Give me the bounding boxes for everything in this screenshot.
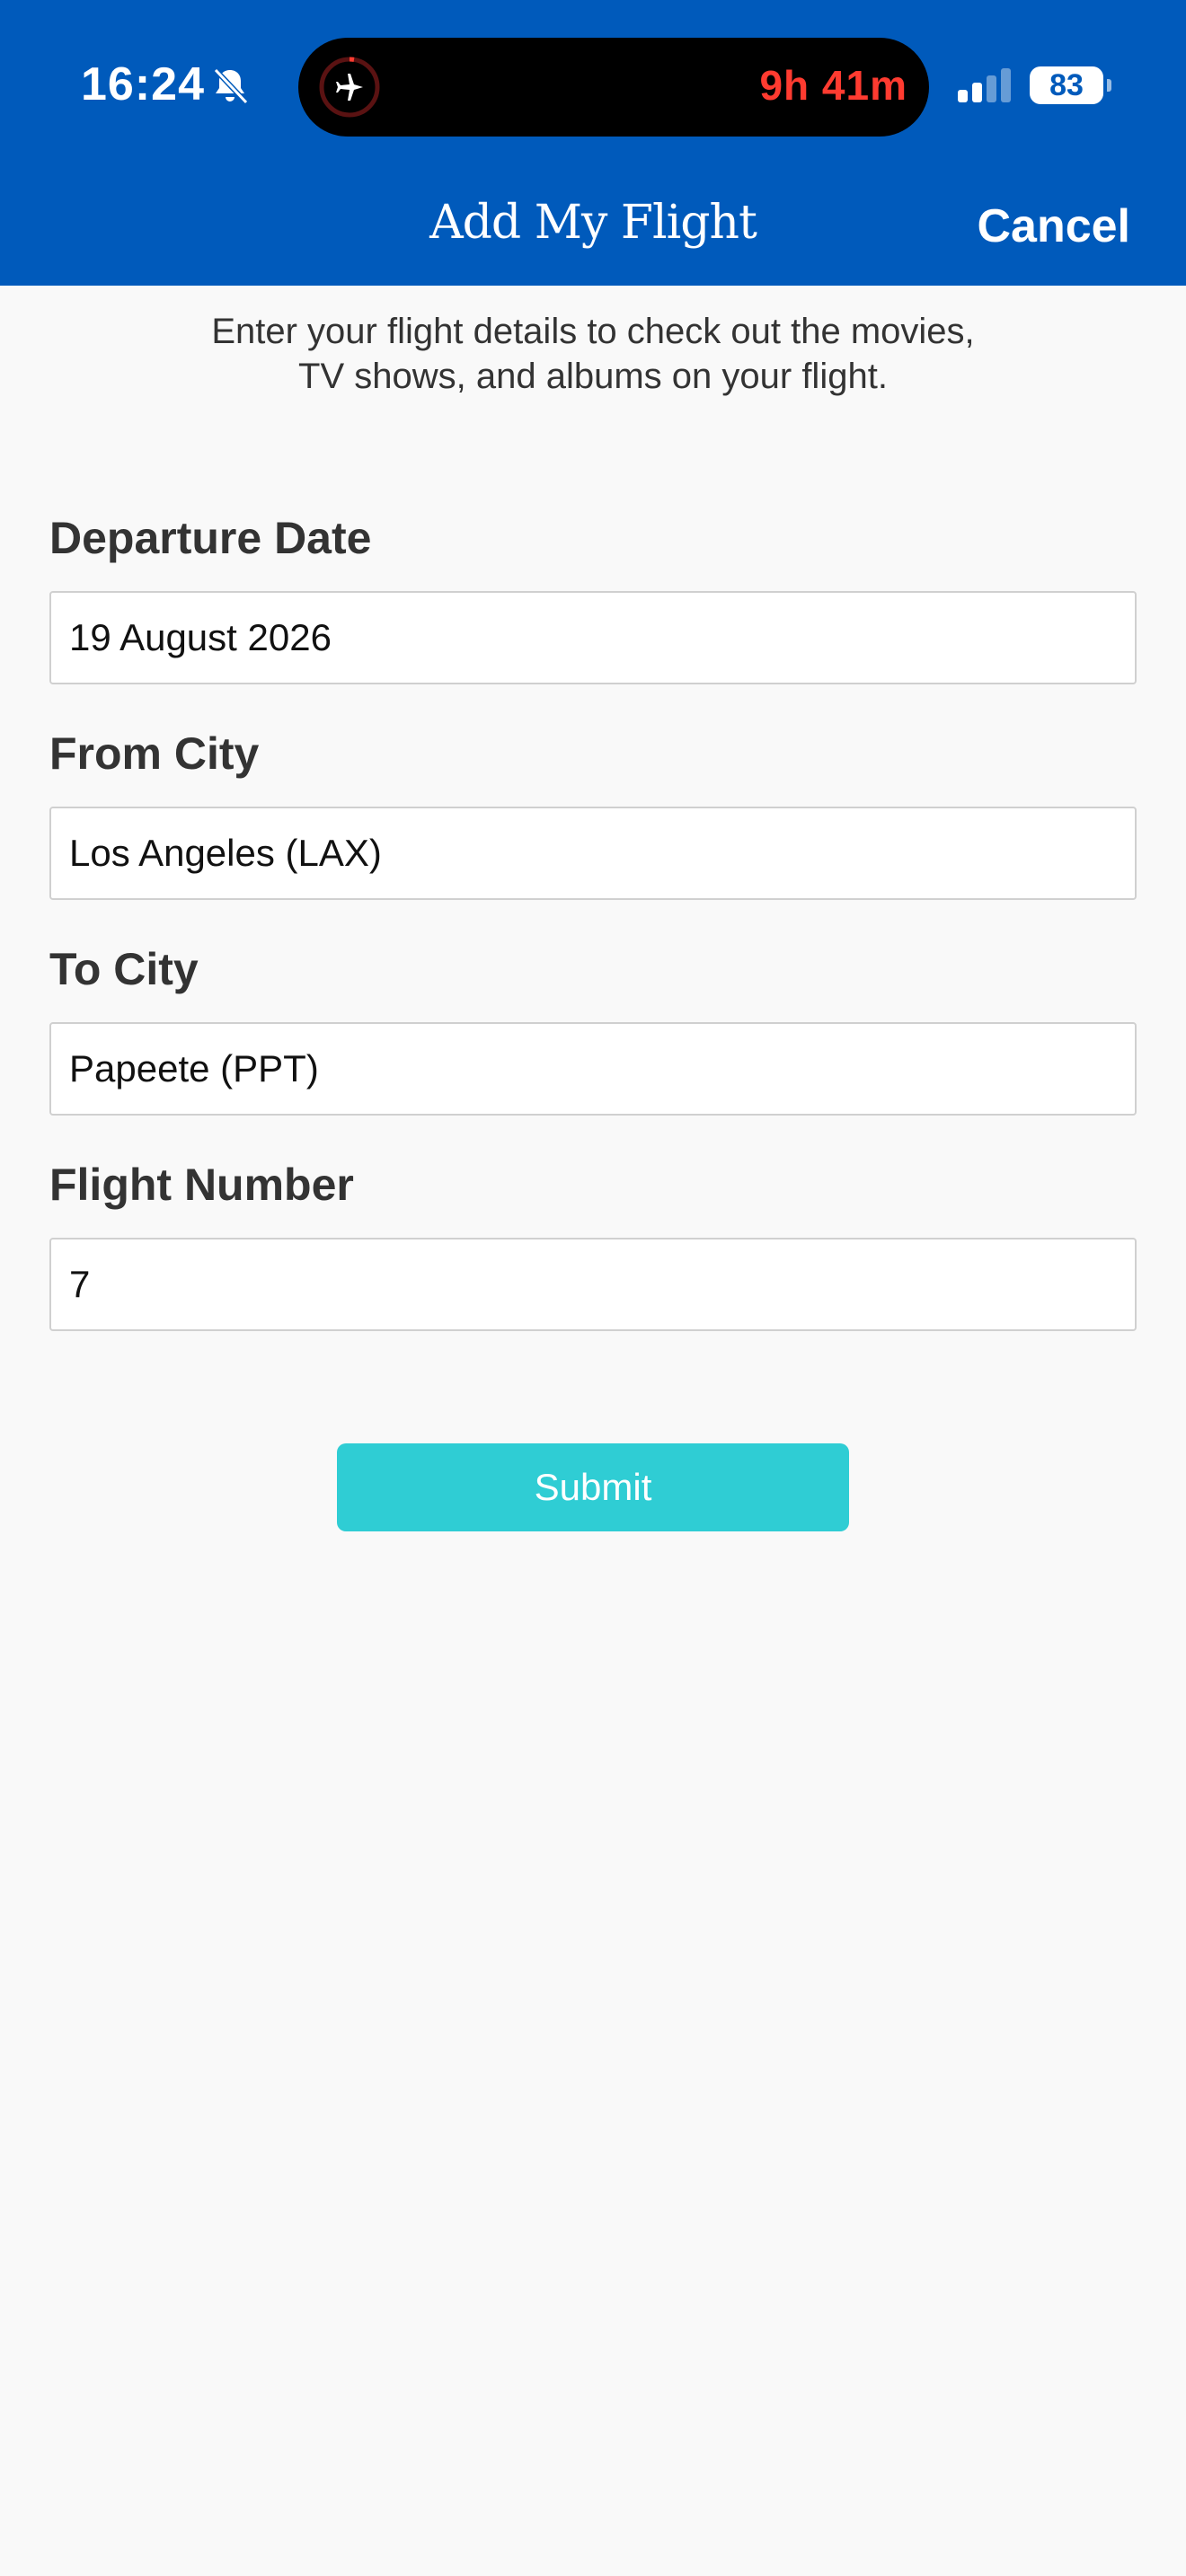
flight-number-input[interactable] [49,1238,1137,1331]
dynamic-island: 9h 41m [298,38,929,137]
signal-icon [958,68,1011,102]
battery-nub [1107,79,1111,92]
battery-icon: 83 [1030,66,1111,104]
app-header: 16:24 9h 41m 83 Add My Flight Cancel [0,0,1186,286]
cancel-button[interactable]: Cancel [977,199,1130,253]
flight-number-label: Flight Number [49,1160,354,1210]
intro-text: Enter your flight details to check out t… [0,309,1186,399]
departure-date-input[interactable] [49,591,1137,684]
from-city-label: From City [49,728,260,779]
intro-line-1: Enter your flight details to check out t… [211,312,975,351]
departure-date-label: Departure Date [49,513,372,563]
status-time: 16:24 [81,58,205,110]
intro-line-2: TV shows, and albums on your flight. [298,357,888,396]
battery-body: 83 [1030,66,1103,104]
battery-percent: 83 [1049,68,1084,102]
timer-text: 9h 41m [759,62,907,109]
from-city-input[interactable] [49,807,1137,900]
to-city-input[interactable] [49,1022,1137,1116]
submit-button[interactable]: Submit [337,1443,849,1531]
bell-slash-icon [213,67,249,105]
to-city-label: To City [49,944,199,994]
airplane-icon [319,57,380,118]
